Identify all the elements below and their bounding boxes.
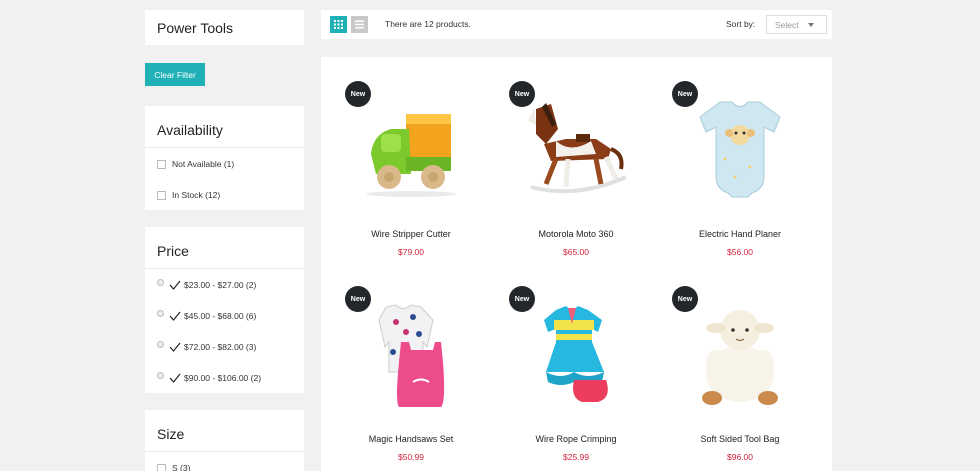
list-view-button[interactable] xyxy=(351,16,368,33)
size-title: Size xyxy=(157,426,185,442)
checkmark-icon xyxy=(169,311,181,321)
radio-button[interactable] xyxy=(157,341,164,348)
option-label: $23.00 - $27.00 (2) xyxy=(184,280,257,290)
price-option[interactable]: $45.00 - $68.00 (6) xyxy=(157,310,257,321)
new-badge: New xyxy=(672,286,698,312)
baby-dress-set-image[interactable] xyxy=(351,302,471,412)
price-title: Price xyxy=(157,243,189,259)
availability-title: Availability xyxy=(157,122,223,138)
product-card[interactable]: New Soft Sided Tool Bag $96.00 xyxy=(665,284,815,469)
product-price: $50.99 xyxy=(398,452,424,462)
category-title-panel: Power Tools xyxy=(145,10,304,45)
product-name[interactable]: Soft Sided Tool Bag xyxy=(665,434,815,444)
option-label: Not Available (1) xyxy=(172,159,235,169)
availability-option[interactable]: Not Available (1) xyxy=(157,159,234,169)
checkbox[interactable] xyxy=(157,159,166,169)
sort-label: Sort by: xyxy=(726,19,756,29)
product-price: $56.00 xyxy=(727,247,753,257)
size-option[interactable]: S (3) xyxy=(157,463,190,471)
product-card[interactable]: New Magic Handsaws Set $50.99 xyxy=(336,284,486,469)
checkmark-icon xyxy=(169,342,181,352)
product-price: $65.00 xyxy=(563,247,589,257)
toy-truck-image[interactable] xyxy=(351,99,471,199)
sort-select[interactable]: Select xyxy=(766,15,827,34)
checkbox[interactable] xyxy=(157,463,166,471)
option-label: $45.00 - $68.00 (6) xyxy=(184,311,257,321)
price-option[interactable]: $72.00 - $82.00 (3) xyxy=(157,341,257,352)
rocking-horse-image[interactable] xyxy=(516,99,636,199)
divider xyxy=(145,451,304,452)
product-name[interactable]: Magic Handsaws Set xyxy=(336,434,486,444)
price-option[interactable]: $90.00 - $106.00 (2) xyxy=(157,372,262,383)
grid-icon xyxy=(334,20,343,29)
product-grid: New Wire Stripper Cutter $79.00 New Moto… xyxy=(321,57,832,471)
checkmark-icon xyxy=(169,373,181,383)
category-title: Power Tools xyxy=(157,20,234,36)
plush-sheep-image[interactable] xyxy=(680,302,800,412)
option-label: $72.00 - $82.00 (3) xyxy=(184,342,257,352)
new-badge: New xyxy=(672,81,698,107)
product-name[interactable]: Electric Hand Planer xyxy=(665,229,815,239)
striped-dress-image[interactable] xyxy=(516,302,636,412)
product-price: $96.00 xyxy=(727,452,753,462)
product-name[interactable]: Motorola Moto 360 xyxy=(501,229,651,239)
radio-button[interactable] xyxy=(157,372,164,379)
list-icon xyxy=(355,20,364,29)
product-toolbar: There are 12 products. Sort by: Select xyxy=(321,10,832,39)
radio-button[interactable] xyxy=(157,279,164,286)
new-badge: New xyxy=(509,81,535,107)
size-filter: Size S (3) xyxy=(145,410,304,471)
price-option[interactable]: $23.00 - $27.00 (2) xyxy=(157,279,257,290)
new-badge: New xyxy=(345,81,371,107)
sort-value: Select xyxy=(775,19,799,30)
product-price: $25.99 xyxy=(563,452,589,462)
caret-down-icon xyxy=(808,23,814,27)
product-name[interactable]: Wire Rope Crimping xyxy=(501,434,651,444)
clear-filter-button[interactable]: Clear Filter xyxy=(145,63,205,86)
grid-view-button[interactable] xyxy=(330,16,347,33)
product-card[interactable]: New Motorola Moto 360 $65.00 xyxy=(501,79,651,279)
option-label: $90.00 - $106.00 (2) xyxy=(184,373,262,383)
checkmark-icon xyxy=(169,280,181,290)
radio-button[interactable] xyxy=(157,310,164,317)
product-card[interactable]: New Wire Stripper Cutter $79.00 xyxy=(336,79,486,279)
availability-option[interactable]: In Stock (12) xyxy=(157,190,220,200)
product-card[interactable]: New Electric Hand Planer $56.00 xyxy=(665,79,815,279)
product-card[interactable]: New Wire Rope Crimping $25.99 xyxy=(501,284,651,469)
product-count: There are 12 products. xyxy=(385,19,471,29)
checkbox[interactable] xyxy=(157,190,166,200)
baby-onesie-image[interactable] xyxy=(680,97,800,202)
option-label: S (3) xyxy=(172,463,191,471)
product-name[interactable]: Wire Stripper Cutter xyxy=(336,229,486,239)
availability-filter: Availability Not Available (1) In Stock … xyxy=(145,106,304,210)
product-price: $79.00 xyxy=(398,247,424,257)
option-label: In Stock (12) xyxy=(172,190,221,200)
divider xyxy=(145,147,304,148)
new-badge: New xyxy=(345,286,371,312)
divider xyxy=(145,268,304,269)
new-badge: New xyxy=(509,286,535,312)
price-filter: Price $23.00 - $27.00 (2) $45.00 - $68.0… xyxy=(145,227,304,393)
